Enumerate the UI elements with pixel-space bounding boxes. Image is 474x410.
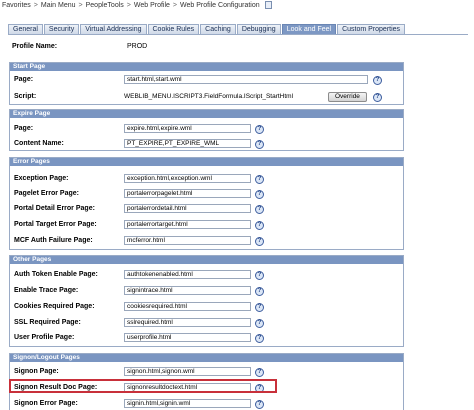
error-pages-section: Error Pages Exception Page: ? Pagelet Er… — [9, 157, 404, 250]
content-name-label: Content Name: — [14, 140, 64, 147]
portal-detail-error-page-input[interactable] — [124, 204, 251, 213]
section-header: Signon/Logout Pages — [10, 354, 403, 362]
cookies-required-page-input[interactable] — [124, 302, 251, 311]
breadcrumb-separator: > — [172, 1, 178, 9]
pagelet-error-page-input[interactable] — [124, 189, 251, 198]
content-name-input[interactable] — [124, 139, 251, 148]
expire-page-label: Page: — [14, 125, 34, 132]
help-icon[interactable]: ? — [255, 303, 264, 312]
help-icon[interactable]: ? — [255, 125, 264, 134]
help-icon[interactable]: ? — [255, 271, 264, 280]
page-icon[interactable] — [264, 1, 272, 9]
help-icon[interactable]: ? — [373, 76, 382, 85]
tab-cookie-rules[interactable]: Cookie Rules — [147, 24, 200, 34]
profile-name-label: Profile Name: — [12, 43, 58, 50]
user-profile-page-input[interactable] — [124, 333, 251, 342]
enable-trace-page-input[interactable] — [124, 286, 251, 295]
help-icon[interactable]: ? — [255, 334, 264, 343]
enable-trace-page-label: Enable Trace Page: — [14, 287, 79, 294]
breadcrumb-web-profile-configuration: Web Profile Configuration — [180, 1, 260, 9]
help-icon[interactable]: ? — [255, 368, 264, 377]
expire-page-section: Expire Page Page: ? Content Name: ? — [9, 109, 404, 151]
breadcrumb-separator: > — [78, 1, 83, 9]
other-pages-section: Other Pages Auth Token Enable Page: ? En… — [9, 255, 404, 347]
tab-custom-properties[interactable]: Custom Properties — [337, 24, 406, 34]
signon-page-input[interactable] — [124, 367, 251, 376]
script-value: WEBLIB_MENU.ISCRIPT3.FieldFormula.IScrip… — [124, 93, 294, 100]
section-header: Error Pages — [10, 158, 403, 166]
script-label: Script: — [14, 93, 37, 100]
tab-security[interactable]: Security — [43, 24, 80, 34]
help-icon[interactable]: ? — [255, 221, 264, 230]
auth-token-enable-page-label: Auth Token Enable Page: — [14, 271, 98, 278]
help-icon[interactable]: ? — [255, 400, 264, 409]
auth-token-enable-page-input[interactable] — [124, 270, 251, 279]
exception-page-label: Exception Page: — [14, 175, 69, 182]
exception-page-input[interactable] — [124, 174, 251, 183]
help-icon[interactable]: ? — [255, 237, 264, 246]
start-page-input[interactable] — [124, 75, 368, 84]
help-icon[interactable]: ? — [255, 140, 264, 149]
tab-look-and-feel[interactable]: Look and Feel — [281, 24, 337, 34]
breadcrumb-web-profile[interactable]: Web Profile — [134, 2, 170, 9]
tab-caching[interactable]: Caching — [200, 24, 236, 34]
help-icon[interactable]: ? — [255, 287, 264, 296]
user-profile-page-label: User Profile Page: — [14, 334, 75, 341]
tab-virtual-addressing[interactable]: Virtual Addressing — [80, 24, 147, 34]
cookies-required-page-label: Cookies Required Page: — [14, 303, 95, 310]
portal-detail-error-page-label: Portal Detail Error Page: — [14, 205, 95, 212]
breadcrumb-favorites[interactable]: Favorites — [2, 2, 31, 9]
tab-bar: General Security Virtual Addressing Cook… — [8, 24, 406, 34]
pagelet-error-page-label: Pagelet Error Page: — [14, 190, 79, 197]
ssl-required-page-input[interactable] — [124, 318, 251, 327]
help-icon[interactable]: ? — [255, 319, 264, 328]
expire-page-input[interactable] — [124, 124, 251, 133]
override-button[interactable]: Override — [328, 92, 367, 102]
breadcrumb-separator: > — [33, 1, 38, 9]
signon-error-page-input[interactable] — [124, 399, 251, 408]
highlight-box — [9, 379, 277, 393]
help-icon[interactable]: ? — [255, 190, 264, 199]
ssl-required-page-label: SSL Required Page: — [14, 319, 81, 326]
section-header: Expire Page — [10, 110, 403, 118]
portal-target-error-page-label: Portal Target Error Page: — [14, 221, 97, 228]
section-header: Other Pages — [10, 256, 403, 264]
help-icon[interactable]: ? — [255, 175, 264, 184]
section-header: Start Page — [10, 63, 403, 71]
signon-error-page-label: Signon Error Page: — [14, 400, 78, 407]
start-page-section: Start Page Page: ? Script: WEBLIB_MENU.I… — [9, 62, 404, 105]
help-icon[interactable]: ? — [373, 93, 382, 102]
breadcrumb: Favorites > Main Menu > PeopleTools > We… — [0, 0, 474, 10]
profile-name-value: PROD — [127, 43, 148, 50]
mcf-auth-failure-page-label: MCF Auth Failure Page: — [14, 237, 93, 244]
tab-debugging[interactable]: Debugging — [236, 24, 281, 34]
mcf-auth-failure-page-input[interactable] — [124, 236, 251, 245]
breadcrumb-main-menu[interactable]: Main Menu — [41, 2, 76, 9]
tab-general[interactable]: General — [8, 24, 43, 34]
start-page-label: Page: — [14, 76, 34, 83]
portal-target-error-page-input[interactable] — [124, 220, 251, 229]
help-icon[interactable]: ? — [255, 205, 264, 214]
breadcrumb-separator: > — [126, 1, 131, 9]
tab-divider — [8, 34, 468, 35]
signon-page-label: Signon Page: — [14, 368, 59, 375]
breadcrumb-peopletools[interactable]: PeopleTools — [86, 2, 124, 9]
